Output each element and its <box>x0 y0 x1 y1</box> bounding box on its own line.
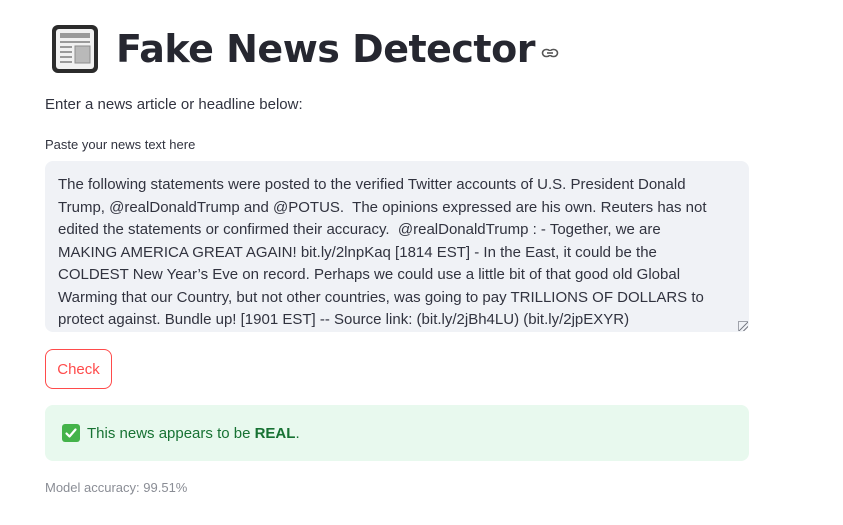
news-text-input[interactable]: The following statements were posted to … <box>45 161 749 332</box>
news-text-label: Paste your news text here <box>45 137 196 152</box>
link-icon[interactable] <box>541 44 559 62</box>
intro-text: Enter a news article or headline below: <box>45 96 303 113</box>
model-accuracy: Model accuracy: 99.51% <box>45 480 188 495</box>
check-button[interactable]: Check <box>45 349 112 389</box>
result-suffix: . <box>295 424 300 442</box>
resize-handle-icon[interactable] <box>738 321 748 331</box>
result-alert: This news appears to be REAL. <box>45 405 749 461</box>
page-title: Fake News Detector <box>116 27 535 71</box>
page-header: Fake News Detector <box>48 21 559 77</box>
newspaper-icon <box>48 22 102 76</box>
check-mark-icon <box>62 424 80 442</box>
result-verdict: REAL <box>254 424 296 442</box>
result-prefix: This news appears to be <box>87 424 255 442</box>
news-text-value[interactable]: The following statements were posted to … <box>58 174 721 332</box>
result-text: This news appears to be REAL. <box>87 425 300 442</box>
